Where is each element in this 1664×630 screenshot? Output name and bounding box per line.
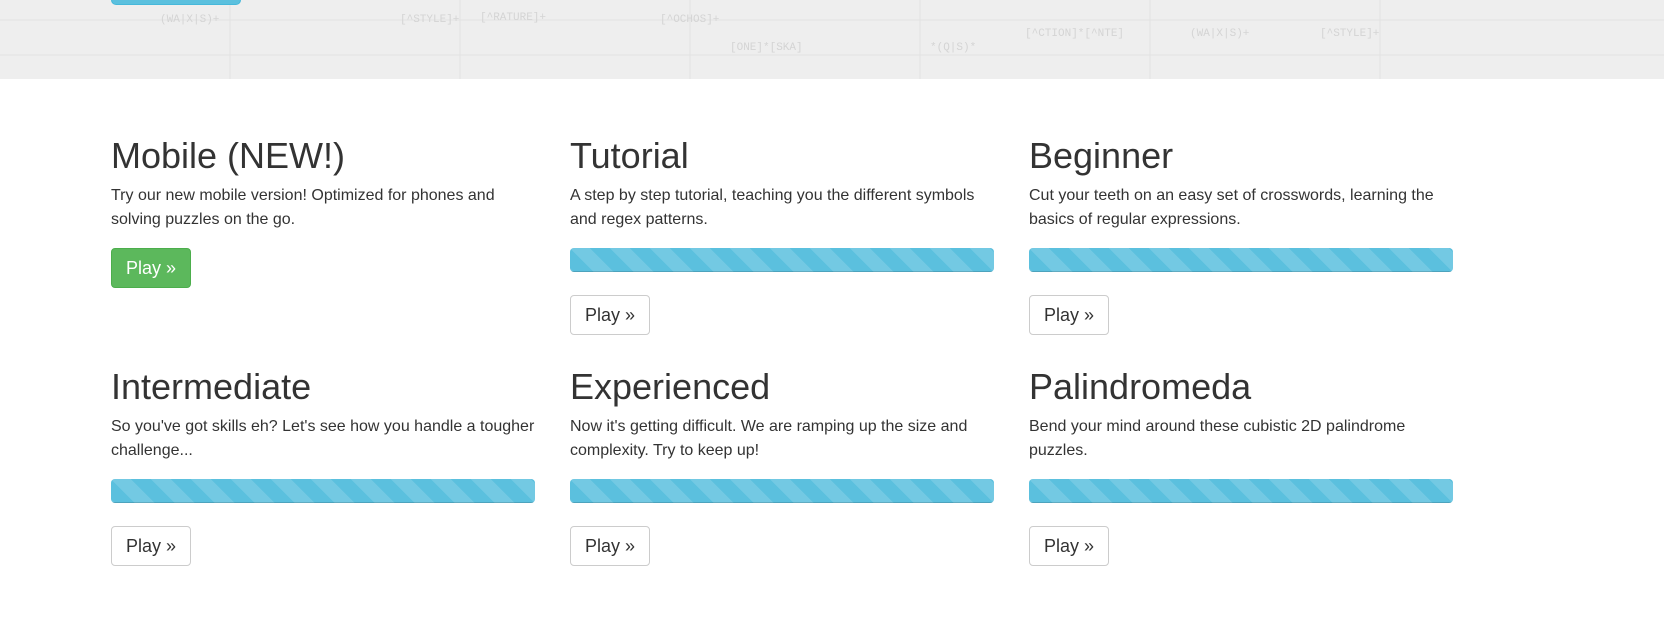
level-card-mobile: Mobile (NEW!) Try our new mobile version…	[111, 79, 535, 335]
level-title: Beginner	[1029, 135, 1174, 176]
level-description: A step by step tutorial, teaching you th…	[570, 187, 975, 228]
header-banner: (WA|X|S)+ [^STYLE]+ [^RATURE]+ [^OCHOS]+ [ON…	[0, 0, 1664, 79]
progress-track	[111, 479, 535, 503]
background-regex-snippet: [^CTION]*[^NTE]	[1025, 28, 1124, 40]
background-regex-snippet: [ONE]*[SKA]	[730, 42, 803, 54]
level-title: Tutorial	[570, 135, 689, 176]
background-regex-snippet: [^STYLE]+	[1320, 28, 1379, 40]
level-description: Cut your teeth on an easy set of crosswo…	[1029, 187, 1434, 228]
play-mobile-button[interactable]: Play »	[111, 248, 192, 288]
jumbotron-button[interactable]	[111, 0, 241, 5]
background-regex-snippet: (WA|X|S)+	[160, 14, 219, 26]
level-description: Try our new mobile version! Optimized fo…	[111, 187, 495, 228]
progress-bar	[1029, 248, 1453, 272]
progress-bar	[1029, 479, 1453, 503]
level-card-intermediate: Intermediate So you've got skills eh? Le…	[111, 335, 535, 566]
regex-background-pattern: (WA|X|S)+ [^STYLE]+ [^RATURE]+ [^OCHOS]+ [ON…	[0, 0, 1664, 79]
progress-track	[570, 248, 994, 272]
progress-track	[1029, 248, 1453, 272]
level-title: Mobile (NEW!)	[111, 135, 346, 176]
background-regex-snippet: [^STYLE]+	[400, 14, 459, 26]
level-description: So you've got skills eh? Let's see how y…	[111, 418, 535, 459]
background-regex-snippet: [^OCHOS]+	[660, 14, 719, 26]
background-regex-snippet: [^RATURE]+	[480, 12, 546, 24]
level-title: Experienced	[570, 366, 771, 407]
level-card-palindromeda: Palindromeda Bend your mind around these…	[1029, 335, 1453, 566]
play-intermediate-button[interactable]: Play »	[111, 526, 192, 566]
progress-bar	[111, 479, 535, 503]
level-description: Bend your mind around these cubistic 2D …	[1029, 418, 1406, 459]
progress-bar	[570, 479, 994, 503]
progress-bar	[570, 248, 994, 272]
play-palindromeda-button[interactable]: Play »	[1029, 526, 1110, 566]
levels-row-1: Mobile (NEW!) Try our new mobile version…	[111, 79, 1454, 335]
progress-track	[570, 479, 994, 503]
play-tutorial-button[interactable]: Play »	[570, 295, 651, 335]
background-regex-snippet: *(Q|S)*	[930, 42, 976, 54]
level-title: Palindromeda	[1029, 366, 1252, 407]
progress-track	[1029, 479, 1453, 503]
play-experienced-button[interactable]: Play »	[570, 526, 651, 566]
levels-container: Mobile (NEW!) Try our new mobile version…	[111, 79, 1454, 566]
level-description: Now it's getting difficult. We are rampi…	[570, 418, 968, 459]
level-title: Intermediate	[111, 366, 312, 407]
level-card-tutorial: Tutorial A step by step tutorial, teachi…	[570, 79, 994, 335]
levels-row-2: Intermediate So you've got skills eh? Le…	[111, 335, 1454, 566]
play-beginner-button[interactable]: Play »	[1029, 295, 1110, 335]
background-regex-snippet: (WA|X|S)+	[1190, 28, 1249, 40]
level-card-beginner: Beginner Cut your teeth on an easy set o…	[1029, 79, 1453, 335]
level-card-experienced: Experienced Now it's getting difficult. …	[570, 335, 994, 566]
